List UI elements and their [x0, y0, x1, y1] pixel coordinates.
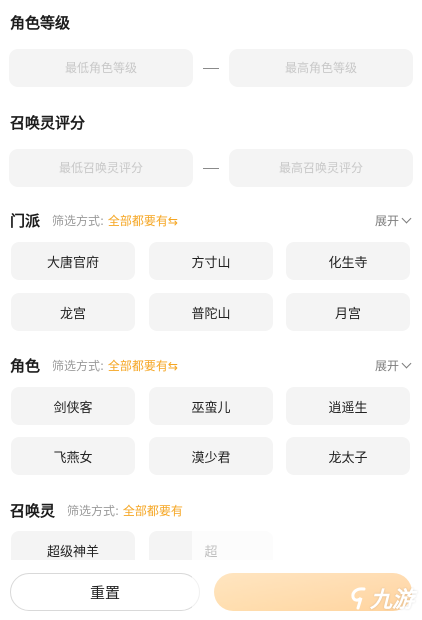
sect-option[interactable]: 月宫 [286, 293, 410, 331]
role-option[interactable]: 飞燕女 [11, 437, 135, 475]
sect-option[interactable]: 龙宫 [11, 293, 135, 331]
filter-mode-value: 全部都要有 [107, 214, 168, 228]
sect-filter-mode[interactable]: 筛选方式: 全部都要有⇆ [52, 212, 178, 229]
role-option[interactable]: 漠少君 [149, 437, 273, 475]
sect-filter-header: 门派 筛选方式: 全部都要有⇆ 展开 [10, 210, 412, 230]
role-label: 角色 [10, 357, 41, 375]
expand-label: 展开 [374, 359, 399, 373]
watermark: 九游 [348, 582, 414, 614]
range-dash [203, 68, 219, 69]
nine-game-logo-icon [351, 587, 366, 610]
role-filter-header: 角色 筛选方式: 全部都要有⇆ 展开 [10, 355, 412, 375]
filter-mode-value: 全部都要有 [122, 504, 183, 518]
max-pet-score-input[interactable] [229, 149, 413, 187]
watermark-text: 九游 [369, 587, 414, 613]
min-role-level-input[interactable] [9, 49, 193, 87]
min-pet-score-input[interactable] [9, 149, 193, 187]
sect-option[interactable]: 普陀山 [149, 293, 273, 331]
swap-arrows-icon: ⇆ [167, 214, 178, 228]
filter-mode-value: 全部都要有 [107, 359, 168, 373]
role-option[interactable]: 龙太子 [286, 437, 410, 475]
swap-arrows-icon: ⇆ [167, 359, 178, 373]
role-expand-button[interactable]: 展开 [374, 357, 412, 374]
role-option[interactable]: 巫蛮儿 [149, 387, 273, 425]
sect-label: 门派 [10, 212, 41, 230]
role-level-title: 角色等级 [10, 14, 71, 32]
pet-filter-mode[interactable]: 筛选方式: 全部都要有 [67, 502, 183, 519]
role-option[interactable]: 剑侠客 [11, 387, 135, 425]
chevron-down-icon [401, 213, 412, 224]
filter-mode-label: 筛选方式: [52, 214, 105, 228]
sect-option[interactable]: 化生寺 [286, 242, 410, 280]
chevron-down-icon [401, 358, 412, 369]
role-option[interactable]: 逍遥生 [286, 387, 410, 425]
filter-mode-label: 筛选方式: [52, 359, 105, 373]
pet-score-title: 召唤灵评分 [10, 114, 86, 132]
range-dash [203, 168, 219, 169]
pet-label: 召唤灵 [10, 502, 56, 520]
sect-expand-button[interactable]: 展开 [374, 212, 412, 229]
max-role-level-input[interactable] [229, 49, 413, 87]
pet-filter-header: 召唤灵 筛选方式: 全部都要有 [10, 500, 410, 520]
sect-option[interactable]: 大唐官府 [11, 242, 135, 280]
expand-label: 展开 [374, 214, 399, 228]
sect-option[interactable]: 方寸山 [149, 242, 273, 280]
role-filter-mode[interactable]: 筛选方式: 全部都要有⇆ [52, 357, 178, 374]
filter-mode-label: 筛选方式: [67, 504, 120, 518]
reset-button[interactable]: 重置 [10, 573, 200, 611]
